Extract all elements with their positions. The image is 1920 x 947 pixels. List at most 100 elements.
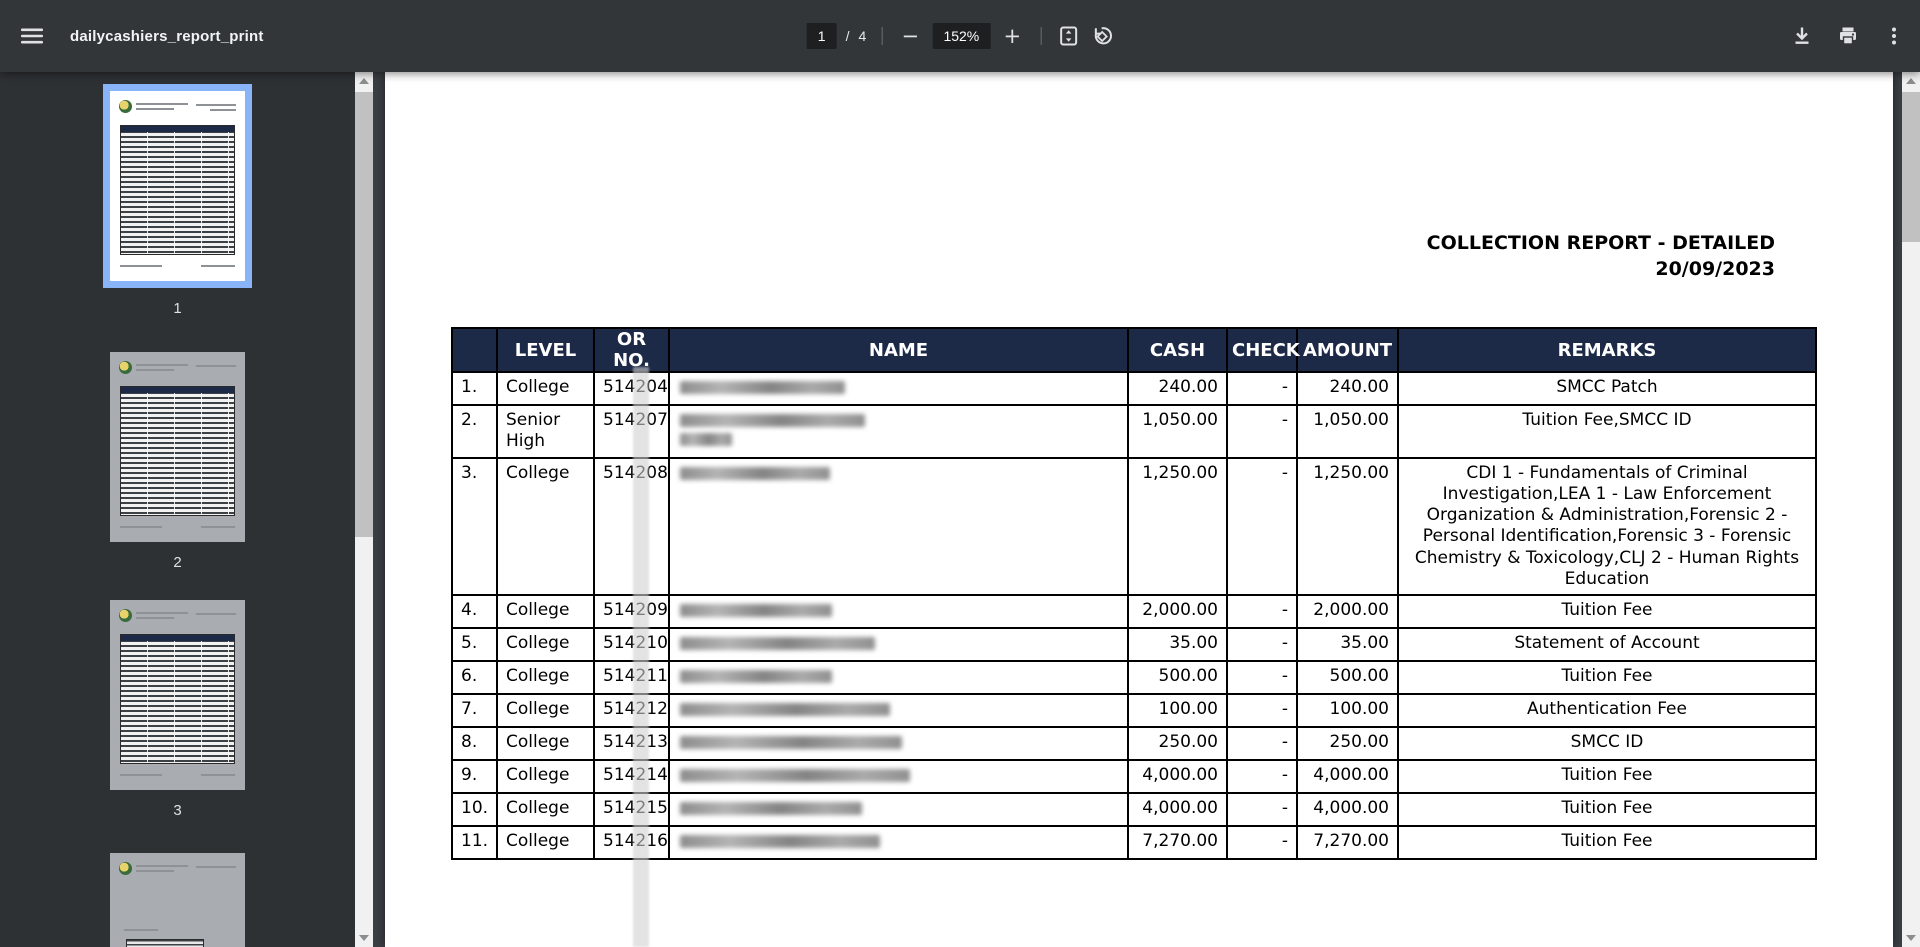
thumbnail-page-number: 1 [173, 300, 182, 317]
cell-check: - [1226, 660, 1298, 695]
table-row: 3.College5142081,250.00-1,250.00CDI 1 - … [451, 456, 1817, 596]
page-thumbnail-4[interactable] [110, 853, 245, 947]
redaction-blur-band [633, 367, 649, 947]
scroll-down-arrow-icon[interactable] [355, 929, 373, 947]
cell-check: - [1226, 404, 1298, 459]
school-logo-icon [119, 100, 132, 113]
table-row: 5.College51421035.00-35.00Statement of A… [451, 627, 1817, 662]
fit-to-page-icon[interactable] [1056, 24, 1080, 48]
report-table-body: 1.College514204240.00-240.00SMCC Patch2.… [451, 371, 1817, 860]
print-icon[interactable] [1836, 24, 1860, 48]
thumbnail-preview [110, 91, 245, 281]
collection-report-table: LEVEL OR NO. NAME CASH CHECK AMOUNT REMA… [451, 327, 1817, 860]
download-icon[interactable] [1790, 24, 1814, 48]
redacted-name [680, 637, 875, 650]
sidebar-scrollbar-thumb[interactable] [355, 92, 373, 537]
cell-amount: 100.00 [1296, 693, 1399, 728]
cell-level: College [496, 627, 595, 662]
main-scrollbar[interactable] [1902, 72, 1920, 947]
cell-remarks: Statement of Account [1397, 627, 1817, 662]
zoom-out-button[interactable]: − [897, 23, 923, 49]
thumbnail-block-1: 1 [0, 84, 355, 317]
cell-amount: 1,250.00 [1296, 456, 1399, 596]
cell-cash: 100.00 [1127, 693, 1228, 728]
zoom-level: 152% [932, 23, 991, 49]
cell-cash: 7,270.00 [1127, 825, 1228, 860]
header-number [451, 327, 498, 373]
header-or-no: OR NO. [593, 327, 670, 373]
cell-name [668, 792, 1129, 827]
cell-check: - [1226, 825, 1298, 860]
cell-name [668, 825, 1129, 860]
zoom-in-button[interactable]: + [999, 23, 1025, 49]
header-cash: CASH [1127, 327, 1228, 373]
thumbnail-block-2: 2 [0, 352, 355, 571]
row-number: 5. [451, 627, 498, 662]
main-scrollbar-thumb[interactable] [1902, 92, 1920, 242]
cell-name [668, 594, 1129, 629]
page-thumbnail-2[interactable] [110, 352, 245, 542]
school-logo-icon [119, 609, 132, 622]
thumbnail-block-3: 3 [0, 600, 355, 819]
cell-check: - [1226, 371, 1298, 406]
cell-level: College [496, 456, 595, 596]
row-number: 11. [451, 825, 498, 860]
header-remarks: REMARKS [1397, 327, 1817, 373]
rotate-counterclockwise-icon[interactable] [1089, 24, 1113, 48]
scroll-up-arrow-icon[interactable] [1902, 72, 1920, 90]
row-number: 10. [451, 792, 498, 827]
table-row: 10.College5142154,000.00-4,000.00Tuition… [451, 792, 1817, 827]
cell-remarks: Authentication Fee [1397, 693, 1817, 728]
cell-remarks: Tuition Fee [1397, 825, 1817, 860]
thumbnail-preview [110, 600, 245, 790]
toolbar-divider [1040, 27, 1042, 45]
row-number: 1. [451, 371, 498, 406]
more-vertical-icon[interactable] [1882, 24, 1906, 48]
cell-or-no: 514209 [593, 594, 670, 629]
table-row: 9.College5142144,000.00-4,000.00Tuition … [451, 759, 1817, 794]
toolbar: dailycashiers_report_print / 4 − 152% + [0, 0, 1920, 72]
cell-name [668, 693, 1129, 728]
page-thumbnail-1[interactable] [103, 84, 252, 288]
cell-cash: 1,050.00 [1127, 404, 1228, 459]
table-row: 4.College5142092,000.00-2,000.00Tuition … [451, 594, 1817, 629]
pdf-viewer-window: dailycashiers_report_print / 4 − 152% + [0, 0, 1920, 947]
cell-remarks: CDI 1 - Fundamentals of Criminal Investi… [1397, 456, 1817, 596]
table-row: 1.College514204240.00-240.00SMCC Patch [451, 371, 1817, 406]
cell-or-no: 514215 [593, 792, 670, 827]
scroll-down-arrow-icon[interactable] [1902, 929, 1920, 947]
page-thumbnail-3[interactable] [110, 600, 245, 790]
cell-amount: 7,270.00 [1296, 825, 1399, 860]
cell-cash: 4,000.00 [1127, 792, 1228, 827]
cell-remarks: Tuition Fee [1397, 594, 1817, 629]
header-amount: AMOUNT [1296, 327, 1399, 373]
cell-name [668, 404, 1129, 459]
redacted-name [680, 414, 865, 427]
sidebar-scrollbar[interactable] [355, 72, 373, 947]
cell-level: College [496, 371, 595, 406]
redacted-name [680, 381, 845, 394]
page-number-input[interactable] [806, 23, 837, 49]
cell-check: - [1226, 792, 1298, 827]
cell-cash: 35.00 [1127, 627, 1228, 662]
cell-remarks: SMCC Patch [1397, 371, 1817, 406]
cell-remarks: Tuition Fee [1397, 660, 1817, 695]
scroll-up-arrow-icon[interactable] [355, 72, 373, 90]
table-header-row: LEVEL OR NO. NAME CASH CHECK AMOUNT REMA… [451, 327, 1817, 373]
thumbnail-block-4: 4 [0, 853, 355, 947]
menu-icon[interactable] [20, 24, 44, 48]
cell-or-no: 514216 [593, 825, 670, 860]
cell-amount: 500.00 [1296, 660, 1399, 695]
row-number: 2. [451, 404, 498, 459]
cell-level: College [496, 825, 595, 860]
cell-remarks: SMCC ID [1397, 726, 1817, 761]
cell-level: College [496, 594, 595, 629]
row-number: 4. [451, 594, 498, 629]
cell-check: - [1226, 726, 1298, 761]
table-row: 2.Senior High5142071,050.00-1,050.00Tuit… [451, 404, 1817, 459]
cell-level: Senior High [496, 404, 595, 459]
row-number: 6. [451, 660, 498, 695]
cell-remarks: Tuition Fee,SMCC ID [1397, 404, 1817, 459]
pdf-content-area: COLLECTION REPORT - DETAILED 20/09/2023 … [373, 72, 1902, 947]
table-row: 8.College514213250.00-250.00SMCC ID [451, 726, 1817, 761]
